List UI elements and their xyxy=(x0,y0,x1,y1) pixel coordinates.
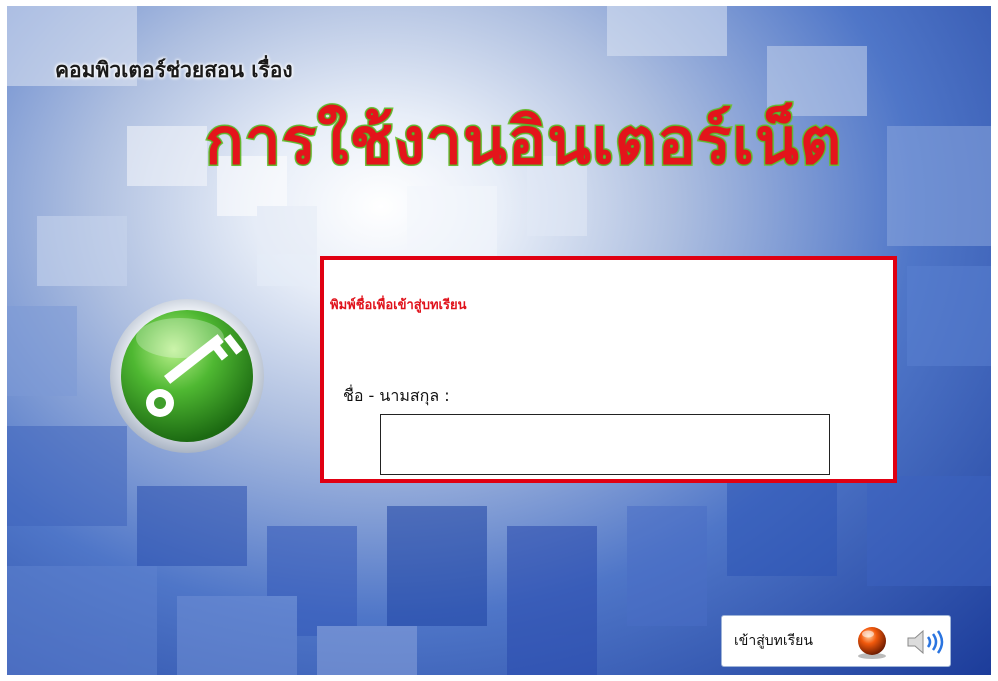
orange-ball-button-icon[interactable] xyxy=(855,625,889,659)
enter-lesson-box: เข้าสู่บทเรียน xyxy=(721,615,951,667)
subtitle: คอมพิวเตอร์ช่วยสอน เรื่อง xyxy=(55,58,293,82)
name-label: ชื่อ - นามสกุล : xyxy=(343,386,450,405)
page-title: การใช้งานอินเตอร์เน็ต xyxy=(203,103,843,181)
enter-lesson-label: เข้าสู่บทเรียน xyxy=(734,633,813,649)
login-panel: พิมพ์ชื่อเพื่อเข้าสู่บทเรียน ชื่อ - นามส… xyxy=(320,256,897,483)
login-prompt: พิมพ์ชื่อเพื่อเข้าสู่บทเรียน xyxy=(330,298,467,313)
key-icon xyxy=(110,299,264,453)
background-stage: คอมพิวเตอร์ช่วยสอน เรื่อง การใช้งานอินเต… xyxy=(7,6,991,675)
name-input[interactable] xyxy=(380,414,830,475)
speaker-icon[interactable] xyxy=(906,628,946,656)
